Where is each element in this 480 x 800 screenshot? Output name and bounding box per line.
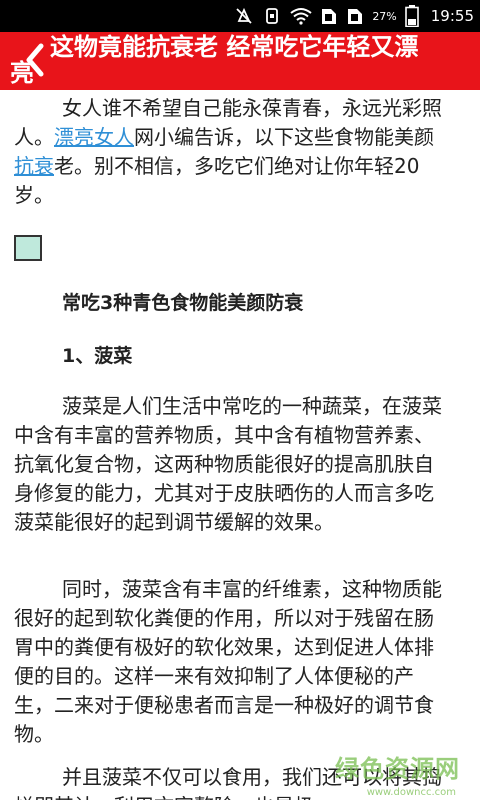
intro-text-3: 老。别不相信，多吃它们绝对让你年轻20岁。	[14, 154, 420, 207]
wifi-icon	[290, 7, 312, 25]
intro-paragraph: 女人谁不希望自己能永葆青春，永远光彩照人。漂亮女人网小编告诉，以下这些食物能美颜…	[14, 94, 450, 210]
article-content[interactable]: 女人谁不希望自己能永葆青春，永远光彩照人。漂亮女人网小编告诉，以下这些食物能美颜…	[0, 90, 480, 800]
watermark-url: www.downcc.com	[366, 787, 456, 798]
sim1-icon	[320, 6, 338, 26]
status-clock: 19:55	[430, 7, 474, 25]
article-paragraph-text: 同时，菠菜含有丰富的纤维素，这种物质能很好的起到软化粪便的作用，所以对于残留在肠…	[14, 577, 442, 746]
article-paragraph-text: 菠菜是人们生活中常吃的一种蔬菜，在菠菜中含有丰富的营养物质，其中含有植物营养素、…	[14, 394, 442, 534]
item-heading: 1、菠菜	[62, 345, 133, 367]
article-paragraph: 菠菜是人们生活中常吃的一种蔬菜，在菠菜中含有丰富的营养物质，其中含有植物营养素、…	[14, 392, 450, 537]
phone-vibrate-icon	[262, 6, 282, 26]
battery-icon	[404, 5, 419, 27]
sim2-icon	[346, 6, 364, 26]
page-title-line1: 这物竟能抗衰老 经常吃它年轻又漂	[50, 33, 419, 61]
page-title: 这物竟能抗衰老 经常吃它年轻又漂 亮	[10, 33, 475, 86]
link-anti-aging[interactable]: 抗衰	[14, 154, 54, 178]
link-beautiful-woman[interactable]: 漂亮女人	[54, 125, 134, 149]
title-bar: 这物竟能抗衰老 经常吃它年轻又漂 亮	[0, 32, 480, 90]
watermark-logo: 绿色资源网	[335, 755, 460, 783]
battery-percent: 27%	[372, 9, 397, 23]
article-paragraph: 同时，菠菜含有丰富的纤维素，这种物质能很好的起到软化粪便的作用，所以对于残留在肠…	[14, 575, 450, 749]
image-placeholder	[14, 235, 42, 261]
intro-text-2: 网小编告诉，以下这些食物能美颜	[134, 125, 434, 149]
status-bar: 27% 19:55	[0, 0, 480, 32]
section-heading: 常吃3种青色食物能美颜防衰	[62, 292, 304, 314]
page-title-line2: 亮	[10, 59, 34, 87]
status-icons: 27% 19:55	[234, 0, 480, 32]
mute-icon	[234, 6, 254, 26]
